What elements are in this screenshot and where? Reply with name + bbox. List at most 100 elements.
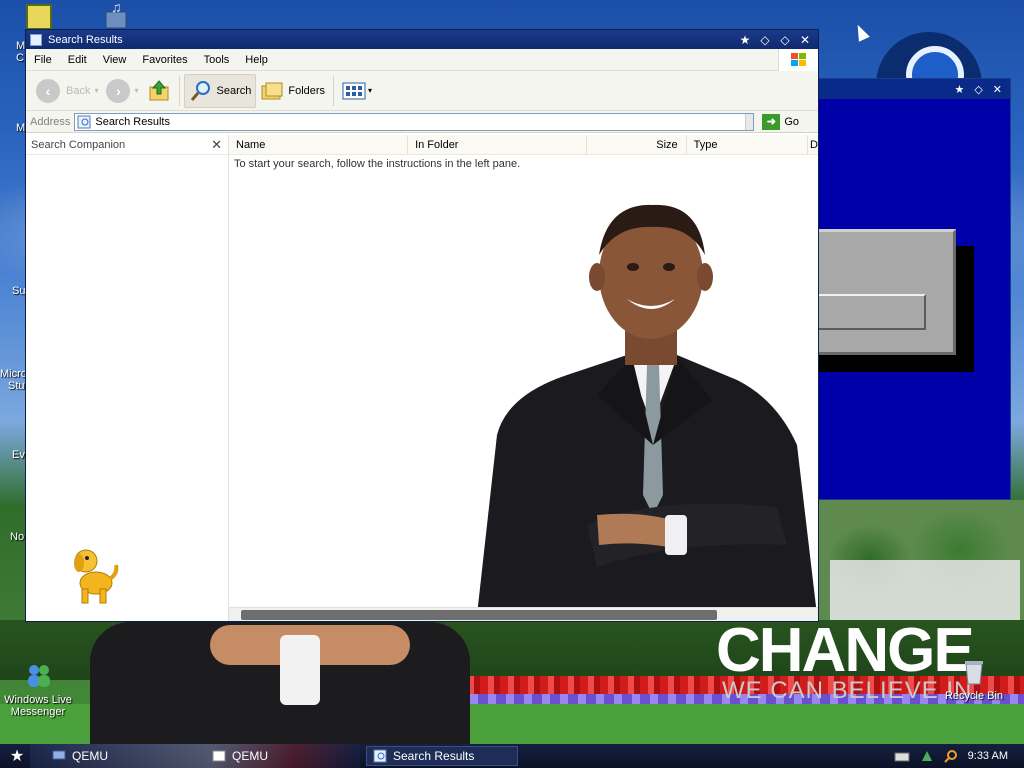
close-icon[interactable]: ✕ (211, 137, 222, 153)
column-header: Name In Folder Size Type D (229, 135, 818, 155)
wallpaper-house (830, 560, 1020, 620)
window-icon (30, 33, 42, 46)
go-label: Go (784, 115, 800, 128)
window-icon (212, 750, 226, 762)
menu-help[interactable]: Help (237, 54, 276, 66)
taskbar-item-search-results[interactable]: Search Results (366, 746, 518, 766)
taskbar-item-qemu-2[interactable]: QEMU (206, 746, 356, 766)
desktop-label-fragment: Su (12, 285, 26, 297)
forward-icon: › (106, 78, 131, 103)
wallpaper-cuff (280, 635, 320, 705)
taskbar: ★ QEMU QEMU Search Results 9:33 AM (0, 744, 1024, 768)
music-icon[interactable]: ♫ (102, 0, 132, 30)
column-name[interactable]: Name (229, 135, 409, 155)
menu-edit[interactable]: Edit (60, 54, 95, 66)
network-icon[interactable] (920, 749, 934, 763)
recycle-bin-icon (958, 656, 990, 688)
menu-bar: File Edit View Favorites Tools Help (26, 49, 818, 71)
search-icon (190, 80, 210, 101)
maximize-icon[interactable]: ◇ (778, 33, 792, 47)
person-image (477, 204, 817, 615)
star-icon[interactable]: ★ (954, 83, 964, 96)
address-field[interactable]: Search Results (74, 112, 755, 131)
restore-icon[interactable]: ◇ (974, 83, 982, 96)
go-arrow-icon: ➜ (762, 113, 781, 130)
toolbar-separator (333, 75, 335, 106)
search-button[interactable]: Search (183, 73, 257, 108)
system-tray: 9:33 AM (894, 744, 1024, 768)
svg-text:♫: ♫ (111, 2, 122, 15)
desktop-label-fragment: C (16, 52, 24, 64)
desktop-label-fragment: M (16, 40, 26, 52)
search-companion-pane: Search Companion ✕ (26, 135, 229, 621)
minimize-icon[interactable]: ◇ (758, 33, 772, 47)
back-button[interactable]: ‹ Back ▾ (32, 74, 102, 108)
menu-view[interactable]: View (95, 54, 135, 66)
desktop-label-fragment: M (16, 122, 26, 134)
chevron-down-icon[interactable]: ▾ (368, 86, 372, 95)
desktop-icon-messenger[interactable]: Windows Live Messenger (2, 660, 74, 718)
search-results-icon (77, 115, 91, 128)
toolbar-separator (178, 75, 180, 106)
windows-flag-icon (778, 49, 818, 71)
back-icon: ‹ (36, 78, 60, 103)
address-dropdown[interactable] (745, 113, 754, 130)
menu-tools[interactable]: Tools (196, 54, 238, 66)
taskbar-item-qemu[interactable]: QEMU (46, 746, 196, 766)
menu-favorites[interactable]: Favorites (134, 54, 195, 66)
start-button[interactable]: ★ (0, 744, 34, 768)
taskbar-item-label: Search Results (393, 749, 475, 763)
go-button[interactable]: ➜ Go (762, 113, 800, 130)
taskbar-item-label: QEMU (232, 749, 268, 763)
monitor-icon (52, 750, 66, 760)
messenger-icon (22, 660, 54, 692)
search-icon[interactable] (943, 749, 958, 763)
qemu-dialog-button[interactable] (816, 294, 926, 330)
wallpaper-tagline: WE CAN BELIEVE IN (722, 677, 973, 704)
close-icon[interactable]: ✕ (993, 83, 1002, 96)
window-title: Search Results (48, 33, 123, 46)
folders-label: Folders (288, 84, 326, 97)
up-folder-icon (149, 79, 168, 100)
folders-button[interactable]: Folders (256, 74, 329, 108)
wallpaper-headline: CHANGE (716, 616, 975, 685)
star-icon[interactable]: ★ (738, 33, 752, 47)
search-results-icon (373, 749, 387, 763)
forward-button[interactable]: › ▾ (102, 74, 142, 108)
scrollbar-thumb[interactable] (241, 610, 717, 620)
column-in-folder[interactable]: In Folder (408, 135, 588, 155)
desktop-label-fragment: Stu (8, 380, 25, 392)
search-results-window: Search Results ★ ◇ ◇ ✕ File Edit View Fa… (25, 29, 819, 622)
views-button[interactable]: ▾ (338, 74, 376, 108)
up-button[interactable] (143, 74, 175, 108)
desktop-icon-label: Windows Live Messenger (4, 694, 72, 718)
search-dog-icon[interactable] (70, 543, 120, 609)
toolbar: ‹ Back ▾ › ▾ Search Folders ▾ (26, 71, 818, 111)
column-date[interactable]: D (808, 135, 818, 155)
back-label: Back (66, 84, 91, 97)
keyboard-icon[interactable] (894, 750, 910, 762)
desktop-label-fragment: Ev (12, 449, 25, 461)
clock[interactable]: 9:33 AM (968, 750, 1008, 762)
desktop-icon-recycle-bin[interactable]: Recycle Bin (938, 656, 1010, 702)
qemu-window[interactable]: ★ ◇ ✕ (815, 78, 1011, 500)
address-value: Search Results (95, 115, 170, 128)
desktop-folder-icon[interactable] (26, 4, 52, 30)
desktop-label-fragment: No (10, 531, 25, 543)
close-icon[interactable]: ✕ (798, 33, 812, 47)
results-pane: Name In Folder Size Type D To start your… (229, 135, 818, 621)
column-size[interactable]: Size (587, 135, 687, 155)
window-titlebar[interactable]: Search Results ★ ◇ ◇ ✕ (26, 30, 818, 49)
chevron-down-icon[interactable]: ▾ (94, 86, 98, 95)
search-companion-header: Search Companion ✕ (26, 135, 228, 155)
address-bar: Address Search Results ➜ Go (26, 111, 818, 133)
window-content: Search Companion ✕ Name In Folder Size T… (26, 135, 818, 621)
qemu-dialog (816, 229, 956, 355)
views-icon (342, 82, 366, 99)
column-type[interactable]: Type (687, 135, 809, 155)
horizontal-scrollbar[interactable] (229, 607, 818, 621)
desktop-icon-label: Recycle Bin (944, 690, 1004, 702)
qemu-titlebar[interactable]: ★ ◇ ✕ (816, 79, 1010, 99)
menu-file[interactable]: File (26, 54, 60, 66)
chevron-down-icon[interactable]: ▾ (134, 86, 138, 95)
